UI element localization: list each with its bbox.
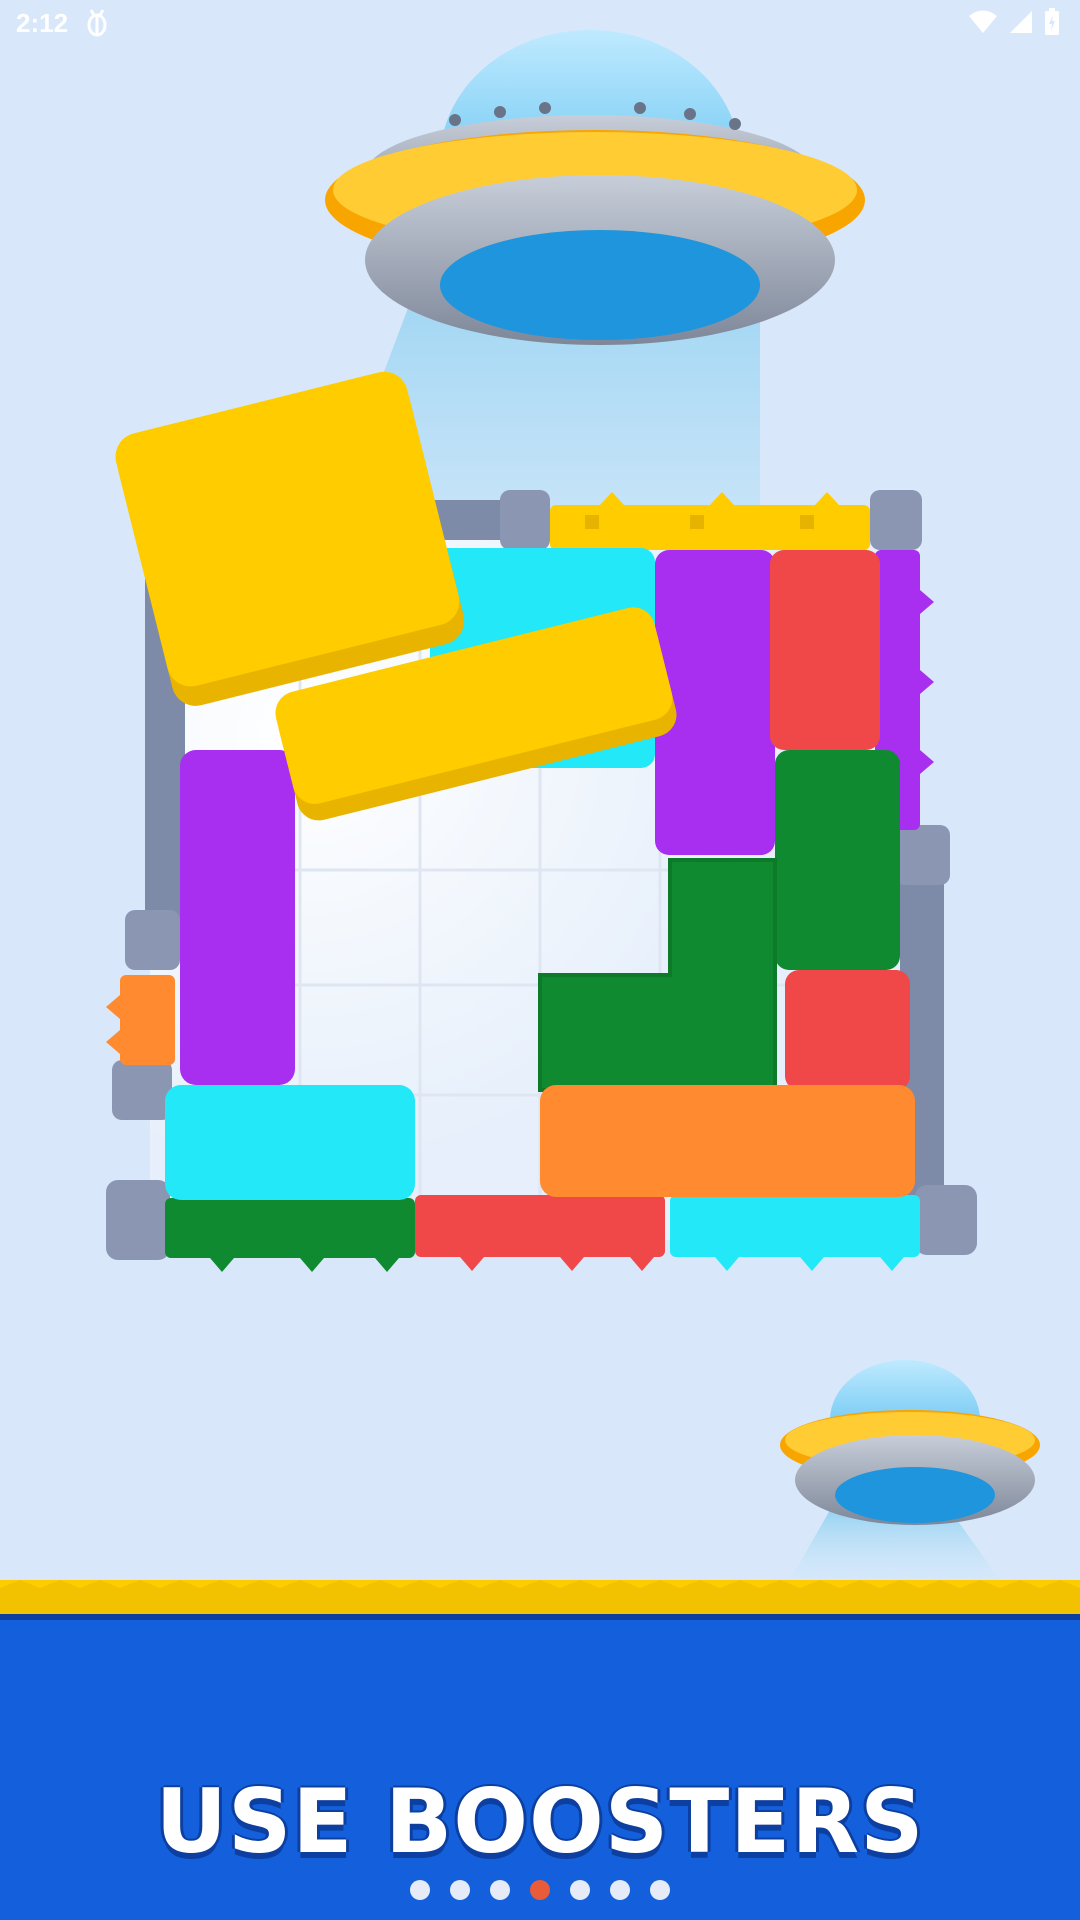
page-dot[interactable] (410, 1880, 430, 1900)
exit-cyan-bottom (670, 1195, 920, 1271)
ufo-small (780, 1360, 1040, 1580)
block-red-top (770, 550, 880, 750)
page-indicator (0, 1880, 1080, 1900)
banner-border (0, 1580, 1080, 1620)
page-dot[interactable] (530, 1880, 550, 1900)
page-dot[interactable] (490, 1880, 510, 1900)
game-scene (106, 30, 1040, 1580)
page-dot[interactable] (450, 1880, 470, 1900)
page-dot[interactable] (570, 1880, 590, 1900)
exit-red-bottom (415, 1195, 665, 1271)
bottom-banner: USE BOOSTERS (0, 1580, 1080, 1920)
block-green-right (775, 750, 900, 970)
banner-title: USE BOOSTERS (155, 1770, 925, 1873)
block-red-small (785, 970, 910, 1090)
page-dot[interactable] (650, 1880, 670, 1900)
block-cyan-left (165, 1085, 415, 1200)
block-orange (540, 1085, 915, 1197)
block-purple-left (180, 750, 295, 1085)
exit-orange-left (106, 975, 175, 1065)
exit-green-bottom (165, 1198, 415, 1272)
page-dot[interactable] (610, 1880, 630, 1900)
ufo-large (325, 30, 865, 345)
banner-panel: USE BOOSTERS (0, 1620, 1080, 1920)
